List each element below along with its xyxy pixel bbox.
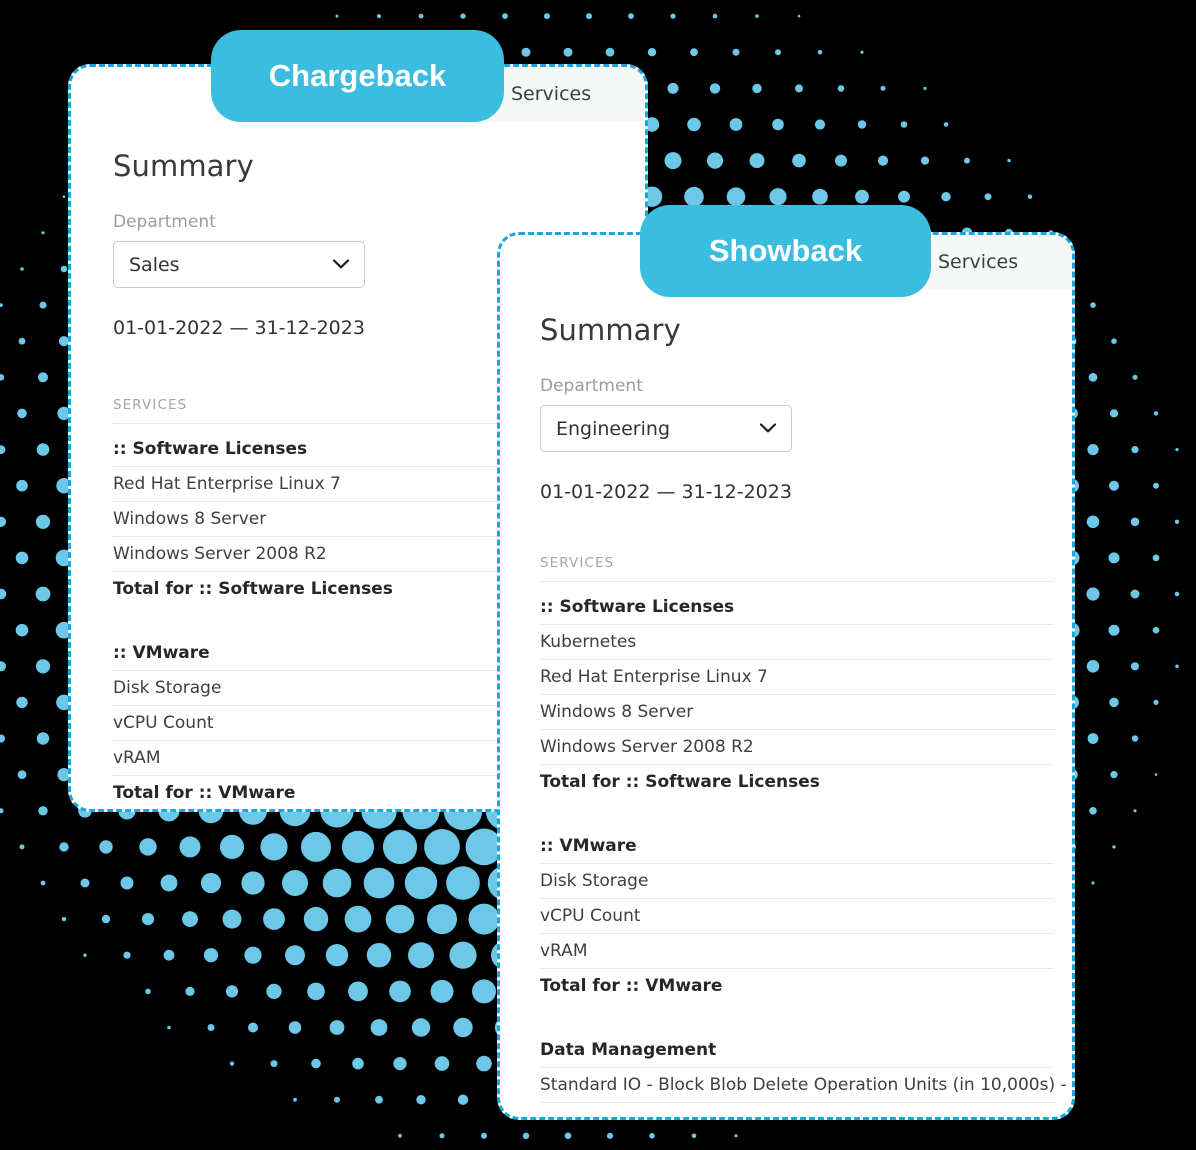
department-select[interactable]: Sales bbox=[113, 241, 365, 288]
table-row[interactable]: Red Hat Enterprise Linux 7 bbox=[540, 660, 1054, 695]
department-select-value: Engineering bbox=[556, 417, 670, 440]
table-row-label: Windows Server 2008 R2 bbox=[113, 544, 327, 564]
table-row-spacer bbox=[540, 1003, 1054, 1033]
table-row[interactable]: Windows Server 2008 R2 bbox=[540, 730, 1054, 765]
chevron-down-icon bbox=[332, 255, 350, 274]
table-row-label: Disk Storage bbox=[540, 871, 649, 891]
table-row[interactable]: Disk Storage bbox=[540, 864, 1054, 899]
table-row-label: Disk Storage bbox=[113, 678, 222, 698]
table-row-label: :: VMware bbox=[113, 643, 210, 663]
table-row-spacer bbox=[540, 799, 1054, 829]
table-row-label: vCPU Count bbox=[113, 713, 214, 733]
table-row-label: Red Hat Enterprise Linux 7 bbox=[540, 667, 768, 687]
showback-card: Services Summary Department Engineering … bbox=[497, 232, 1075, 1120]
table-row[interactable]: Total for :: Software Licenses bbox=[540, 765, 1054, 799]
table-row[interactable]: :: Software Licenses bbox=[540, 590, 1054, 625]
table-row-label: Windows 8 Server bbox=[113, 509, 267, 529]
services-table-body: :: Software LicensesKubernetesRed Hat En… bbox=[540, 590, 1072, 1103]
department-select[interactable]: Engineering bbox=[540, 405, 792, 452]
table-row-label: Windows 8 Server bbox=[540, 702, 694, 722]
table-row[interactable]: Total for :: VMware bbox=[540, 969, 1054, 1003]
date-range: 01-01-2022 — 31-12-2023 bbox=[113, 317, 365, 339]
table-row[interactable]: Standard IO - Block Blob Delete Operatio… bbox=[540, 1068, 1072, 1103]
table-row-label: :: Software Licenses bbox=[540, 597, 735, 617]
showback-badge: Showback bbox=[640, 205, 931, 297]
chargeback-badge-label: Chargeback bbox=[268, 58, 447, 93]
showback-badge-label: Showback bbox=[708, 233, 863, 268]
table-row-label: Kubernetes bbox=[540, 632, 637, 652]
chevron-down-icon bbox=[759, 419, 777, 438]
table-row-label: Total for :: Software Licenses bbox=[540, 772, 820, 792]
table-row-label: Red Hat Enterprise Linux 7 bbox=[113, 474, 341, 494]
department-select-value: Sales bbox=[129, 253, 180, 276]
table-row-label: Total for :: VMware bbox=[113, 783, 296, 803]
table-row[interactable]: :: VMware bbox=[540, 829, 1054, 864]
table-row-label: Data Management bbox=[540, 1040, 717, 1060]
table-row-label: vRAM bbox=[113, 748, 161, 768]
table-row-label: vRAM bbox=[540, 941, 588, 961]
summary-heading: Summary bbox=[113, 149, 254, 183]
table-row[interactable]: vRAM bbox=[540, 934, 1054, 969]
table-row-label: Standard IO - Block Blob Delete Operatio… bbox=[540, 1075, 1072, 1095]
table-row[interactable]: Data Management bbox=[540, 1033, 1054, 1068]
date-range: 01-01-2022 — 31-12-2023 bbox=[540, 481, 792, 503]
services-tab-label: Services bbox=[938, 251, 1019, 273]
table-row-label: Windows Server 2008 R2 bbox=[540, 737, 754, 757]
summary-heading: Summary bbox=[540, 313, 681, 347]
table-row-label: :: VMware bbox=[540, 836, 637, 856]
table-row-label: vCPU Count bbox=[540, 906, 641, 926]
table-row[interactable]: vCPU Count bbox=[540, 899, 1054, 934]
chargeback-badge: Chargeback bbox=[211, 30, 504, 122]
department-label: Department bbox=[113, 212, 216, 232]
table-row-label: Total for :: VMware bbox=[540, 976, 723, 996]
department-label: Department bbox=[540, 376, 643, 396]
services-tab-label: Services bbox=[511, 83, 592, 105]
table-row-label: Total for :: Software Licenses bbox=[113, 579, 393, 599]
services-table-header: SERVICES bbox=[540, 555, 1054, 582]
table-row[interactable]: Windows 8 Server bbox=[540, 695, 1054, 730]
table-row-label: :: Software Licenses bbox=[113, 439, 308, 459]
table-row[interactable]: Kubernetes bbox=[540, 625, 1054, 660]
